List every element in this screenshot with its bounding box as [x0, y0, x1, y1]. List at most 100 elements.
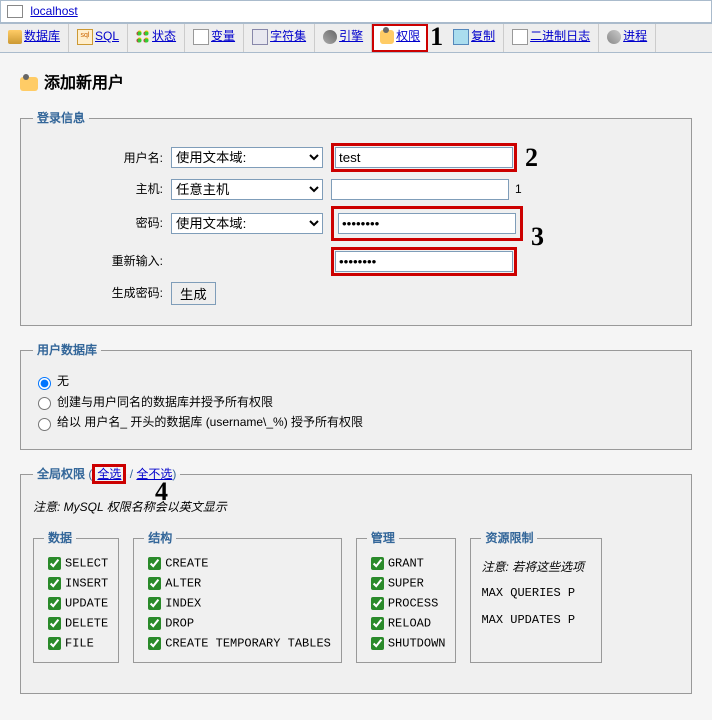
userdb-none-label: 无 [57, 374, 69, 388]
priv-checkbox[interactable] [148, 617, 161, 630]
tab-priv[interactable]: 权限 [372, 24, 428, 52]
pwd-label: 密码: [33, 215, 171, 232]
engine-icon [323, 30, 337, 44]
annotation-box-2 [331, 143, 517, 172]
struct-legend: 结构 [144, 530, 176, 547]
tab-proc[interactable]: 进程 [599, 24, 656, 52]
host-select[interactable]: 任意主机 [171, 179, 323, 200]
pwd2-label: 重新输入: [33, 253, 171, 270]
host-label: 主机: [33, 181, 171, 198]
server-link[interactable]: localhost [30, 4, 77, 18]
res-privs: 资源限制 注意: 若将这些选项 MAX QUERIES P MAX UPDATES… [470, 530, 602, 663]
struct-privs: 结构 CREATEALTERINDEXDROPCREATE TEMPORARY … [133, 530, 342, 663]
priv-checkbox[interactable] [148, 597, 161, 610]
server-icon [7, 5, 23, 18]
tab-rep-label: 复制 [471, 29, 495, 43]
priv-checkbox[interactable] [371, 637, 384, 650]
tab-engine[interactable]: 引擎 [315, 24, 372, 52]
userdb-radio-prefix[interactable] [38, 418, 51, 431]
priv-checkbox[interactable] [48, 557, 61, 570]
priv-checkbox[interactable] [148, 577, 161, 590]
userdb-prefix-b: (username\_%) [206, 415, 288, 429]
priv-index[interactable]: INDEX [144, 594, 331, 613]
login-fieldset: 登录信息 用户名: 使用文本域: 2 主机: 任意主机 1 密码: 使用文本域:… [20, 110, 692, 326]
priv-file[interactable]: FILE [44, 634, 108, 653]
priv-insert[interactable]: INSERT [44, 574, 108, 593]
rep-icon [453, 29, 469, 45]
priv-checkbox[interactable] [371, 577, 384, 590]
tab-proc-label: 进程 [623, 29, 647, 43]
priv-create[interactable]: CREATE [144, 554, 331, 573]
gen-label: 生成密码: [33, 285, 171, 302]
tab-bar: 数据库 sqlSQL 状态 变量 字符集 引擎 权限 1 复制 二进制日志 进程 [0, 23, 712, 53]
host-input[interactable] [331, 179, 509, 200]
server-bar: localhost [0, 0, 712, 23]
priv-checkbox[interactable] [48, 637, 61, 650]
priv-checkbox[interactable] [371, 617, 384, 630]
priv-select[interactable]: SELECT [44, 554, 108, 573]
db-icon [8, 30, 22, 44]
priv-super[interactable]: SUPER [367, 574, 446, 593]
res-legend: 资源限制 [481, 530, 537, 547]
priv-reload[interactable]: RELOAD [367, 614, 446, 633]
pwd-input[interactable] [338, 213, 516, 234]
priv-update[interactable]: UPDATE [44, 594, 108, 613]
priv-icon [380, 30, 394, 44]
annotation-3: 3 [531, 222, 544, 252]
data-legend: 数据 [44, 530, 76, 547]
status-icon [136, 30, 150, 44]
priv-shutdown[interactable]: SHUTDOWN [367, 634, 446, 653]
pwd-select[interactable]: 使用文本域: [171, 213, 323, 234]
tab-charset[interactable]: 字符集 [244, 24, 315, 52]
priv-checkbox[interactable] [371, 597, 384, 610]
priv-checkbox[interactable] [148, 557, 161, 570]
tab-var[interactable]: 变量 [185, 24, 244, 52]
tab-log-label: 二进制日志 [530, 29, 590, 43]
tab-sql-label: SQL [95, 29, 119, 43]
priv-create-temporary-tables[interactable]: CREATE TEMPORARY TABLES [144, 634, 331, 653]
sql-icon: sql [77, 29, 93, 45]
tab-db-label: 数据库 [24, 29, 60, 43]
username-input[interactable] [335, 147, 513, 168]
priv-checkbox[interactable] [48, 617, 61, 630]
priv-checkbox[interactable] [371, 557, 384, 570]
var-icon [193, 29, 209, 45]
res-note: 注意: 若将这些选项 [481, 559, 591, 576]
tab-var-label: 变量 [211, 29, 235, 43]
tab-sql[interactable]: sqlSQL [69, 24, 128, 52]
host-note: 1 [515, 181, 522, 198]
pwd2-input[interactable] [335, 251, 513, 272]
annotation-box-4: 全选 [92, 464, 126, 484]
data-privs: 数据 SELECTINSERTUPDATEDELETEFILE [33, 530, 119, 663]
userdb-radio-create[interactable] [38, 397, 51, 410]
global-note: 注意: MySQL 权限名称会以英文显示 [33, 499, 679, 516]
charset-icon [252, 29, 268, 45]
priv-alter[interactable]: ALTER [144, 574, 331, 593]
priv-drop[interactable]: DROP [144, 614, 331, 633]
userdb-prefix-a: 给以 用户名_ 开头的数据库 [57, 415, 206, 429]
priv-process[interactable]: PROCESS [367, 594, 446, 613]
admin-legend: 管理 [367, 530, 399, 547]
log-icon [512, 29, 528, 45]
title-icon [20, 77, 38, 91]
username-select[interactable]: 使用文本域: [171, 147, 323, 168]
priv-checkbox[interactable] [48, 577, 61, 590]
res-max-updates-p: MAX UPDATES P [481, 612, 591, 629]
priv-checkbox[interactable] [48, 597, 61, 610]
tab-rep[interactable]: 复制 [445, 24, 504, 52]
userdb-legend: 用户数据库 [33, 342, 101, 359]
generate-button[interactable]: 生成 [171, 282, 216, 305]
res-max-queries-p: MAX QUERIES P [481, 585, 591, 602]
userdb-radio-none[interactable] [38, 377, 51, 390]
annotation-box-3 [331, 206, 523, 241]
tab-status[interactable]: 状态 [128, 24, 185, 52]
priv-grant[interactable]: GRANT [367, 554, 446, 573]
username-label: 用户名: [33, 150, 171, 167]
priv-delete[interactable]: DELETE [44, 614, 108, 633]
annotation-box-3b [331, 247, 517, 276]
priv-checkbox[interactable] [148, 637, 161, 650]
select-all-link[interactable]: 全选 [97, 467, 121, 481]
tab-log[interactable]: 二进制日志 [504, 24, 599, 52]
tab-db[interactable]: 数据库 [0, 24, 69, 52]
tab-status-label: 状态 [152, 29, 176, 43]
